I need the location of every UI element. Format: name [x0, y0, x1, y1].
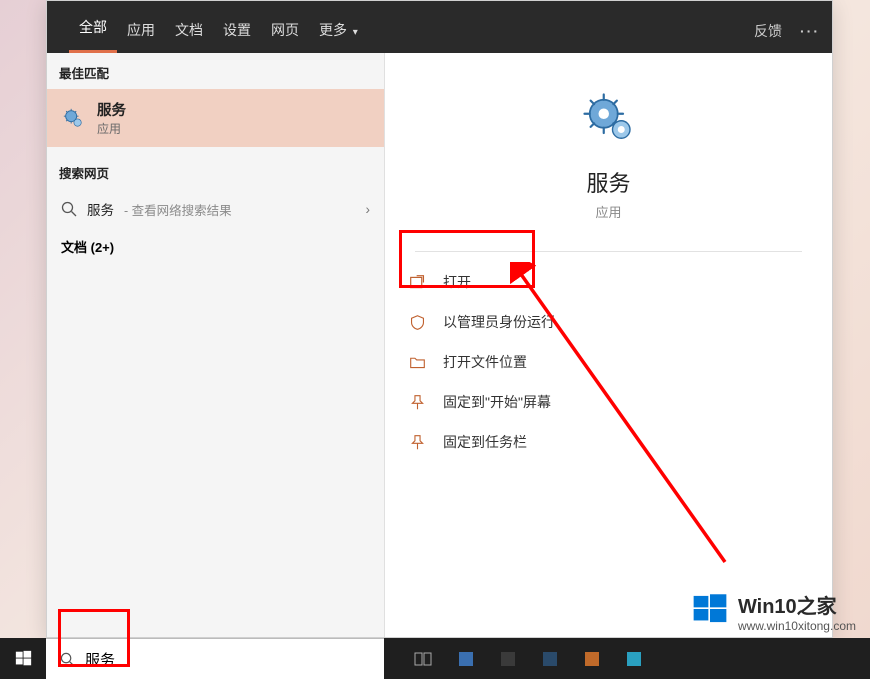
taskbar-apps	[384, 649, 644, 669]
best-match-header: 最佳匹配	[47, 53, 384, 89]
search-icon	[60, 652, 75, 667]
taskbar-app-icon[interactable]	[624, 649, 644, 669]
documents-header[interactable]: 文档 (2+)	[47, 229, 384, 264]
detail-kind: 应用	[385, 202, 832, 221]
taskbar-app-icon[interactable]	[498, 649, 518, 669]
start-button[interactable]	[0, 638, 46, 679]
best-match-title: 服务	[97, 99, 126, 120]
shield-icon	[407, 314, 427, 331]
windows-logo-icon	[15, 650, 32, 667]
action-label: 以管理员身份运行	[443, 312, 555, 332]
pin-icon	[407, 394, 427, 411]
action-label: 固定到"开始"屏幕	[443, 392, 551, 412]
taskbar	[0, 638, 870, 679]
windows-logo-icon	[692, 591, 728, 632]
detail-title: 服务	[385, 166, 832, 198]
taskbar-app-icon[interactable]	[456, 649, 476, 669]
task-view-icon[interactable]	[414, 649, 434, 669]
action-run-as-admin[interactable]: 以管理员身份运行	[385, 302, 832, 342]
gear-icon	[385, 91, 832, 152]
action-pin-start[interactable]: 固定到"开始"屏幕	[385, 382, 832, 422]
tab-all[interactable]: 全部	[69, 3, 117, 53]
more-options-icon[interactable]: ···	[800, 23, 820, 39]
watermark-url: www.win10xitong.com	[738, 619, 856, 633]
chevron-down-icon: ▾	[350, 27, 358, 38]
action-open[interactable]: 打开	[385, 262, 832, 302]
search-web-header: 搜索网页	[47, 153, 384, 189]
pin-icon	[407, 434, 427, 451]
action-label: 打开文件位置	[443, 352, 527, 372]
best-match-subtitle: 应用	[97, 120, 126, 137]
search-input[interactable]	[85, 651, 370, 668]
results-detail-pane: 服务 应用 打开 以管理员身份运行 打开文件位置	[385, 53, 832, 637]
search-tabs: 全部 应用 文档 设置 网页 更多 ▾ 反馈 ···	[47, 1, 832, 53]
taskbar-search-box[interactable]	[46, 638, 384, 679]
tab-web[interactable]: 网页	[261, 6, 309, 53]
web-search-hint: - 查看网络搜索结果	[124, 200, 232, 219]
action-pin-taskbar[interactable]: 固定到任务栏	[385, 422, 832, 462]
tab-settings[interactable]: 设置	[213, 6, 261, 53]
action-label: 固定到任务栏	[443, 432, 527, 452]
detail-actions: 打开 以管理员身份运行 打开文件位置 固定到"开始"屏幕 固定到任务栏	[385, 256, 832, 468]
search-icon	[61, 201, 77, 217]
open-icon	[407, 274, 427, 291]
folder-icon	[407, 354, 427, 371]
best-match-item[interactable]: 服务 应用	[47, 89, 384, 147]
search-results-panel: 全部 应用 文档 设置 网页 更多 ▾ 反馈 ··· 最佳匹配 服务 应用 搜索…	[46, 0, 833, 638]
chevron-right-icon: ›	[366, 202, 371, 217]
feedback-link[interactable]: 反馈	[754, 21, 782, 41]
gear-icon	[61, 107, 85, 129]
web-search-item[interactable]: 服务 - 查看网络搜索结果 ›	[47, 189, 384, 229]
web-search-query: 服务	[87, 199, 114, 219]
results-left-column: 最佳匹配 服务 应用 搜索网页 服务 - 查看网络搜索结果 › 文档 (2+)	[47, 53, 385, 637]
action-open-location[interactable]: 打开文件位置	[385, 342, 832, 382]
taskbar-app-icon[interactable]	[582, 649, 602, 669]
watermark: Win10之家 www.win10xitong.com	[692, 590, 856, 633]
tab-more[interactable]: 更多 ▾	[309, 6, 368, 53]
tab-apps[interactable]: 应用	[117, 6, 165, 53]
divider	[415, 251, 802, 252]
action-label: 打开	[443, 272, 471, 292]
watermark-title: Win10之家	[738, 590, 856, 619]
taskbar-app-icon[interactable]	[540, 649, 560, 669]
tab-docs[interactable]: 文档	[165, 6, 213, 53]
